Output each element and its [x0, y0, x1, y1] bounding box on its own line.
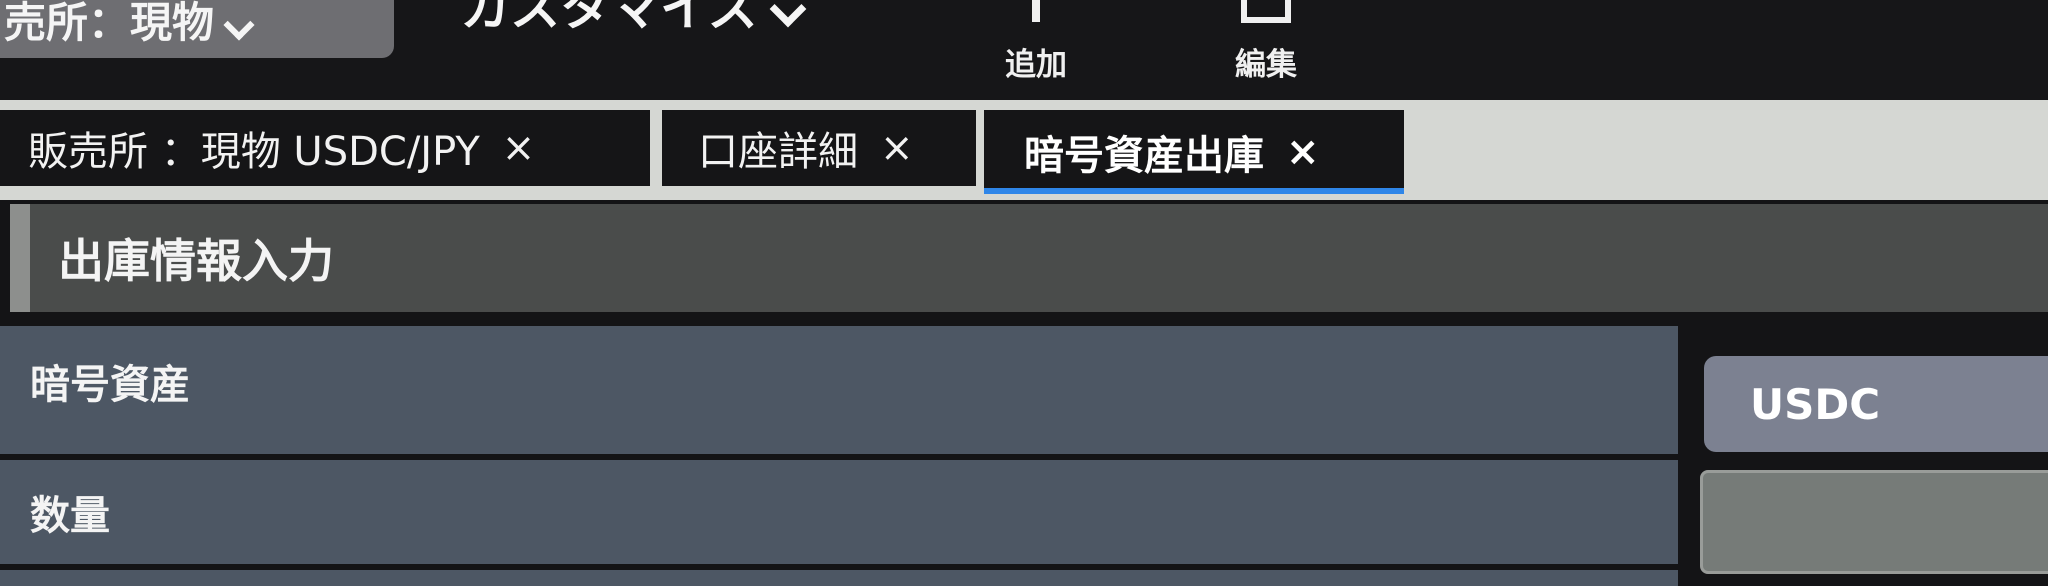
edit-button[interactable]: 編集 — [1206, 0, 1326, 84]
tab-crypto-withdrawal[interactable]: 暗号資産出庫 × — [984, 110, 1404, 194]
chevron-down-icon — [223, 9, 255, 41]
asset-select[interactable]: USDC — [1704, 356, 2048, 452]
add-button-label: 追加 — [1005, 47, 1067, 83]
quantity-input[interactable] — [1700, 470, 2048, 574]
close-icon[interactable]: × — [1286, 129, 1320, 175]
asset-label: 暗号資産 — [30, 362, 190, 408]
chevron-down-icon — [769, 0, 806, 28]
plus-icon — [1032, 0, 1040, 22]
add-button[interactable]: 追加 — [976, 0, 1096, 84]
customize-dropdown[interactable]: カスタマイズ — [460, 0, 806, 40]
top-toolbar: 売所：現物 カスタマイズ 追加 編集 — [0, 0, 2048, 100]
quantity-row-label: 数量 — [0, 460, 1678, 564]
quantity-label: 数量 — [30, 493, 110, 539]
edit-icon — [1241, 0, 1291, 23]
section-accent-bar — [10, 204, 30, 312]
asset-value: USDC — [1750, 379, 1881, 429]
close-icon[interactable]: × — [880, 125, 914, 171]
next-row-label — [0, 570, 1678, 586]
tab-label: 販売所 ：現物 USDC/JPY — [28, 129, 480, 175]
withdrawal-window: 売所：現物 カスタマイズ 追加 編集 販売所 ：現物 USDC/JPY × 口座… — [0, 0, 2048, 586]
market-selector[interactable]: 売所：現物 — [0, 0, 394, 58]
tab-strip: 販売所 ：現物 USDC/JPY × 口座詳細 × 暗号資産出庫 × — [0, 100, 2048, 200]
customize-label: カスタマイズ — [460, 0, 759, 37]
close-icon[interactable]: × — [502, 125, 536, 171]
tab-account-details[interactable]: 口座詳細 × — [662, 110, 976, 186]
section-title: 出庫情報入力 — [58, 234, 334, 288]
tab-spot-usdc-jpy[interactable]: 販売所 ：現物 USDC/JPY × — [0, 110, 650, 186]
tab-label: 暗号資産出庫 — [1024, 133, 1264, 179]
active-tab-indicator — [984, 188, 1404, 194]
tab-label: 口座詳細 — [698, 129, 858, 175]
section-header: 出庫情報入力 — [10, 204, 2048, 312]
edit-button-label: 編集 — [1235, 47, 1297, 83]
asset-row-label: 暗号資産 — [0, 326, 1678, 454]
market-selector-label: 売所：現物 — [4, 0, 215, 47]
